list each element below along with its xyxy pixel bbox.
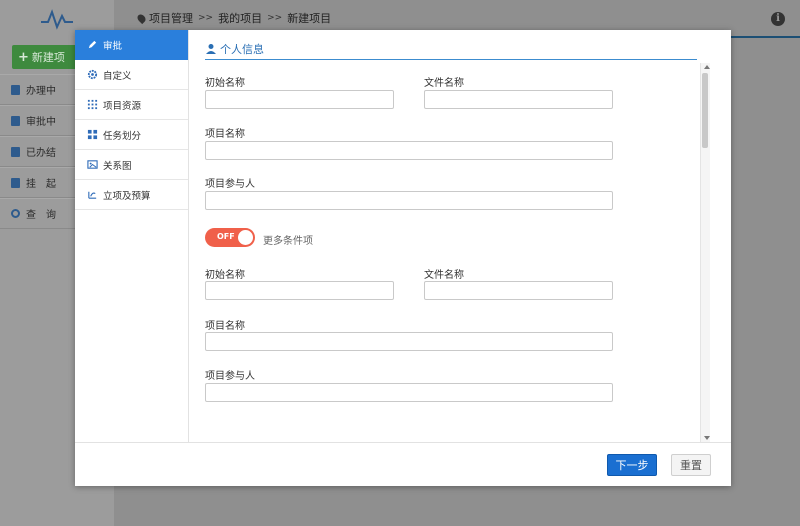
breadcrumb-item-project-management[interactable]: 项目管理 (149, 10, 193, 26)
file-name-input-2[interactable] (424, 281, 613, 300)
scroll-up-icon[interactable] (704, 65, 710, 69)
scroll-thumb[interactable] (702, 73, 708, 148)
menu-item-label: 查 询 (26, 210, 56, 221)
participants-label: 项目参与人 (205, 179, 255, 190)
dim-overlay (731, 40, 800, 526)
doc-icon (11, 84, 20, 95)
participants-label: 项目参与人 (205, 371, 255, 382)
scroll-down-icon[interactable] (704, 436, 710, 440)
nav-item-tasks[interactable]: 任务划分 (75, 120, 188, 150)
initial-name-label: 初始名称 (205, 270, 245, 281)
participants-input-2[interactable] (205, 383, 613, 402)
plus-icon: + (18, 49, 29, 65)
gear-icon (87, 69, 98, 80)
user-icon (206, 43, 216, 54)
nav-item-label: 立项及预算 (103, 190, 151, 202)
initial-name-input[interactable] (205, 90, 394, 109)
toggle-state: OFF (217, 232, 235, 241)
nav-item-approval[interactable]: 审批 (75, 30, 188, 60)
edit-icon (11, 115, 20, 126)
nav-item-custom[interactable]: 自定义 (75, 60, 188, 90)
diagram-icon (87, 160, 98, 169)
dialog-form: 个人信息 初始名称 文件名称 项目名称 项目参与人 OFF 更多条件项 初始名称… (190, 30, 712, 442)
next-step-button[interactable]: 下一步 (607, 454, 657, 476)
more-conditions-label: 更多条件项 (263, 236, 313, 247)
breadcrumb-item-my-projects[interactable]: 我的项目 (218, 10, 262, 26)
pause-icon (11, 177, 20, 188)
initial-name-input-2[interactable] (205, 281, 394, 300)
dialog-footer: 下一步 重置 (75, 442, 731, 486)
nav-item-resources[interactable]: 项目资源 (75, 90, 188, 120)
check-icon (11, 146, 20, 157)
project-name-input[interactable] (205, 141, 613, 160)
project-name-label: 项目名称 (205, 129, 245, 140)
pen-icon (88, 40, 97, 49)
budget-icon (88, 191, 97, 199)
section-title-text: 个人信息 (220, 42, 264, 56)
file-name-input[interactable] (424, 90, 613, 109)
nav-item-label: 关系图 (103, 160, 132, 172)
nav-item-relations[interactable]: 关系图 (75, 150, 188, 180)
breadcrumb-item-new-project: 新建项目 (287, 12, 332, 25)
project-name-label: 项目名称 (205, 321, 245, 332)
nav-item-label: 审批 (103, 40, 123, 52)
location-pin-icon (135, 12, 148, 24)
nav-item-label: 自定义 (103, 70, 132, 82)
initial-name-label: 初始名称 (205, 78, 245, 89)
menu-item-label: 已办结 (26, 148, 56, 159)
form-scrollbar[interactable] (700, 63, 710, 442)
project-name-input-2[interactable] (205, 332, 613, 351)
new-project-dialog: 审批 自定义 项目资源 任务划分 关系图 立项及预算 个人信息 初始名称 文件名… (75, 30, 731, 486)
info-icon[interactable]: i (771, 12, 785, 26)
participants-input[interactable] (205, 191, 613, 210)
more-conditions-toggle[interactable]: OFF (205, 228, 255, 247)
pulse-logo-icon (41, 9, 73, 30)
menu-item-label: 审批中 (26, 117, 56, 128)
reset-button[interactable]: 重置 (671, 454, 711, 476)
section-title: 个人信息 (205, 38, 697, 60)
new-project-label: 新建项 (31, 51, 65, 64)
file-name-label: 文件名称 (424, 270, 464, 281)
menu-item-label: 办理中 (26, 86, 56, 97)
menu-item-label: 挂 起 (26, 179, 56, 190)
search-icon (11, 209, 20, 218)
tiles-icon (87, 129, 98, 140)
nav-item-label: 项目资源 (103, 100, 142, 112)
grid-icon (87, 99, 98, 110)
dialog-nav: 审批 自定义 项目资源 任务划分 关系图 立项及预算 (75, 30, 189, 442)
nav-item-budget[interactable]: 立项及预算 (75, 180, 188, 210)
breadcrumb-separator: >> (267, 13, 283, 23)
breadcrumb-separator: >> (198, 13, 214, 23)
file-name-label: 文件名称 (424, 78, 464, 89)
nav-item-label: 任务划分 (103, 130, 142, 142)
toggle-knob (238, 230, 253, 245)
